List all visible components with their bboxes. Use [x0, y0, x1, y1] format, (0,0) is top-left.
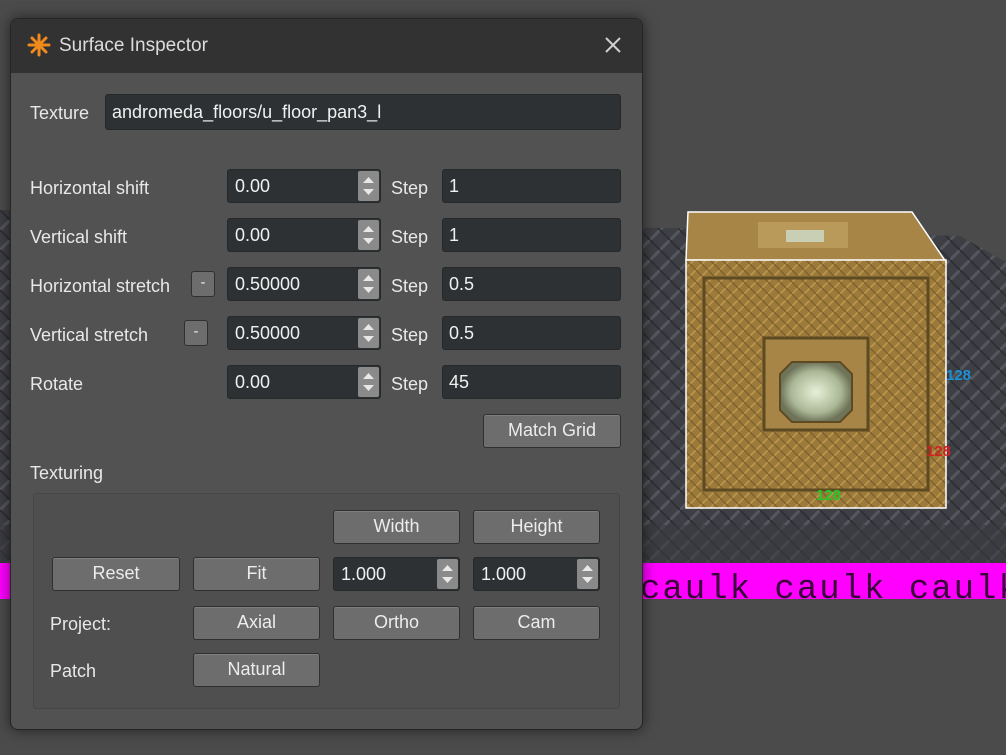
vertical-shift-value: 0.00: [235, 225, 271, 245]
horizontal-stretch-step-label: Step: [391, 276, 429, 296]
width-button[interactable]: Width: [333, 510, 460, 544]
horizontal-shift-label: Horizontal shift: [30, 178, 150, 198]
window-title: Surface Inspector: [59, 35, 208, 56]
dimension-label-green: 128: [816, 487, 841, 504]
horizontal-stretch-spinbox[interactable]: 0.50000: [227, 267, 381, 301]
fit-width-spinbox[interactable]: 1.000: [333, 557, 460, 591]
rotate-step-field[interactable]: 45: [442, 365, 621, 399]
horizontal-stretch-flip-button[interactable]: -: [191, 271, 215, 297]
selected-brush-cube[interactable]: [685, 211, 948, 509]
surface-inspector-dialog: Surface Inspector Texture andromeda_floo…: [10, 18, 643, 730]
spin-arrows[interactable]: [437, 559, 458, 589]
spin-arrows[interactable]: [358, 171, 379, 201]
ortho-button[interactable]: Ortho: [333, 606, 460, 640]
horizontal-stretch-label: Horizontal stretch: [30, 276, 171, 296]
spin-arrows-icon: [442, 565, 453, 583]
spin-arrows-icon: [363, 226, 374, 244]
spin-arrows[interactable]: [358, 367, 379, 397]
horizontal-stretch-value: 0.50000: [235, 274, 301, 294]
fit-button[interactable]: Fit: [193, 557, 320, 591]
spin-arrows-icon: [363, 373, 374, 391]
texture-label: Texture: [30, 103, 90, 123]
vertical-shift-step-label: Step: [391, 227, 429, 247]
caulk-text: caulk caulk caulk c: [640, 571, 1006, 609]
vertical-stretch-step-field[interactable]: 0.5: [442, 316, 621, 350]
match-grid-button[interactable]: Match Grid: [483, 414, 621, 448]
rotate-label: Rotate: [30, 374, 84, 394]
spin-arrows-icon: [363, 177, 374, 195]
patch-label: Patch: [50, 661, 97, 681]
spin-arrows[interactable]: [577, 559, 598, 589]
horizontal-shift-spinbox[interactable]: 0.00: [227, 169, 381, 203]
title-bar[interactable]: Surface Inspector: [11, 19, 642, 73]
rotate-value: 0.00: [235, 372, 271, 392]
horizontal-stretch-step-field[interactable]: 0.5: [442, 267, 621, 301]
project-label: Project:: [50, 614, 112, 634]
dimension-label-red: 128: [926, 443, 951, 460]
spin-arrows-icon: [582, 565, 593, 583]
spin-arrows-icon: [363, 324, 374, 342]
vertical-stretch-flip-button[interactable]: -: [184, 320, 208, 346]
vertical-shift-spinbox[interactable]: 0.00: [227, 218, 381, 252]
vertical-stretch-value: 0.50000: [235, 323, 301, 343]
vertical-stretch-step-label: Step: [391, 325, 429, 345]
close-icon[interactable]: [599, 31, 627, 59]
horizontal-shift-step-label: Step: [391, 178, 429, 198]
vertical-stretch-spinbox[interactable]: 0.50000: [227, 316, 381, 350]
horizontal-shift-value: 0.00: [235, 176, 271, 196]
fit-height-spinbox[interactable]: 1.000: [473, 557, 600, 591]
axial-button[interactable]: Axial: [193, 606, 320, 640]
vertical-shift-label: Vertical shift: [30, 227, 128, 247]
fit-height-value: 1.000: [481, 564, 527, 584]
natural-button[interactable]: Natural: [193, 653, 320, 687]
vertical-stretch-label: Vertical stretch: [30, 325, 149, 345]
rotate-step-label: Step: [391, 374, 429, 394]
cam-button[interactable]: Cam: [473, 606, 600, 640]
height-button[interactable]: Height: [473, 510, 600, 544]
fit-width-value: 1.000: [341, 564, 387, 584]
reset-button[interactable]: Reset: [52, 557, 180, 591]
texture-name-field[interactable]: andromeda_floors/u_floor_pan3_l: [105, 94, 621, 130]
sun-icon: [27, 33, 51, 57]
dimension-label-blue: 128: [946, 367, 971, 384]
horizontal-shift-step-field[interactable]: 1: [442, 169, 621, 203]
vertical-shift-step-field[interactable]: 1: [442, 218, 621, 252]
spin-arrows-icon: [363, 275, 374, 293]
texturing-heading: Texturing: [30, 463, 104, 483]
spin-arrows[interactable]: [358, 318, 379, 348]
spin-arrows[interactable]: [358, 269, 379, 299]
rotate-spinbox[interactable]: 0.00: [227, 365, 381, 399]
spin-arrows[interactable]: [358, 220, 379, 250]
